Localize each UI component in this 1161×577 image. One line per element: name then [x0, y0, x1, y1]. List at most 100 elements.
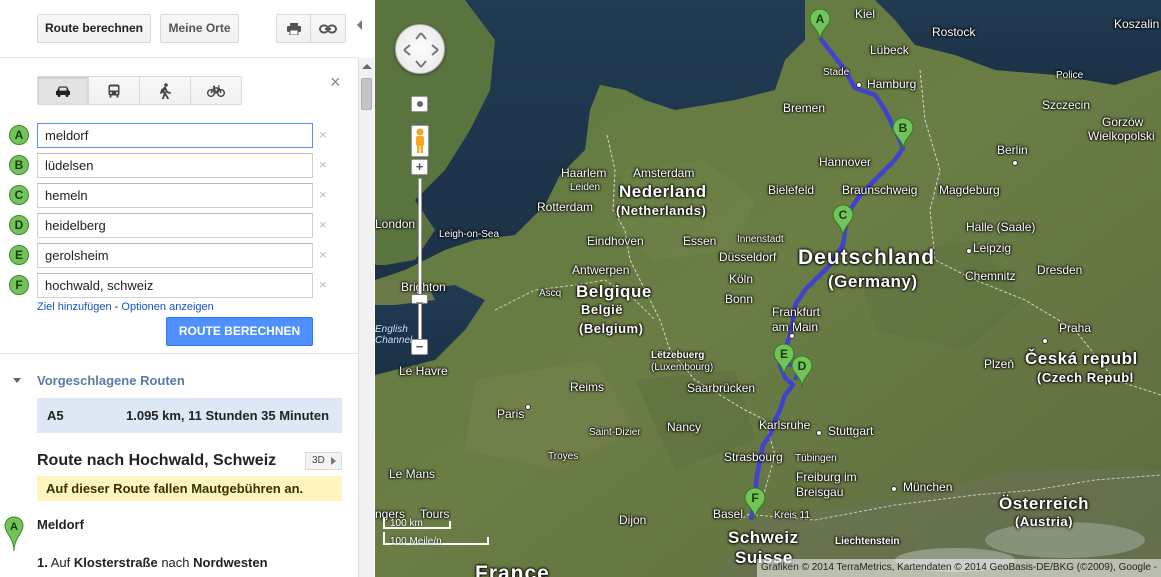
scroll-up-arrow-icon[interactable]	[362, 64, 372, 69]
map-marker-e[interactable]: E	[773, 343, 795, 377]
remove-waypoint-button[interactable]: ×	[319, 247, 327, 262]
car-icon	[56, 86, 70, 97]
map-label-austria: (Austria)	[1015, 514, 1073, 529]
waypoint-marker-e: E	[9, 245, 29, 265]
walking-icon	[160, 82, 171, 99]
city-dot	[1012, 160, 1018, 166]
map-label-english-channel: English Channel	[375, 324, 413, 346]
city-dot	[789, 333, 795, 339]
calculate-route-button[interactable]: ROUTE BERECHNEN	[166, 317, 313, 346]
link-button[interactable]	[310, 14, 346, 43]
link-icon	[319, 24, 337, 34]
scroll-thumb[interactable]	[361, 78, 372, 110]
suggested-routes-title[interactable]: Vorgeschlagene Routen	[37, 373, 185, 388]
mode-walking[interactable]	[140, 77, 191, 104]
pegman-figure	[416, 128, 424, 153]
bicycle-icon	[207, 84, 225, 97]
suggested-route-row[interactable]: A5 1.095 km, 11 Stunden 35 Minuten	[37, 398, 342, 433]
map-label-dijon: Dijon	[619, 513, 647, 527]
map-scale: 100 km 100 Meile/n	[383, 518, 493, 551]
map-label-oesterreich: Österreich	[999, 494, 1090, 513]
map-view[interactable]: Kiel Rostock Koszalin Lübeck Stade Hambu…	[375, 0, 1161, 577]
map-marker-f[interactable]: F	[744, 487, 766, 521]
close-directions-button[interactable]: ×	[330, 72, 341, 93]
my-places-button[interactable]: Meine Orte	[160, 14, 239, 43]
reset-view-button[interactable]	[411, 96, 428, 112]
street-view-pegman-icon[interactable]	[411, 125, 429, 157]
start-marker-letter: A	[10, 521, 18, 533]
scale-miles-label: 100 Meile/n	[390, 536, 442, 547]
map-label-bielefeld: Bielefeld	[768, 183, 815, 197]
waypoint-input-b[interactable]: lüdelsen	[37, 153, 313, 178]
waypoint-input-a[interactable]: meldorf	[37, 123, 313, 148]
mode-bicycle[interactable]	[191, 77, 241, 104]
remove-waypoint-button[interactable]: ×	[319, 187, 327, 202]
waypoint-input-c[interactable]: hemeln	[37, 183, 313, 208]
zoom-out-button[interactable]: −	[411, 339, 428, 355]
map-label-berlin: Berlin	[997, 143, 1028, 157]
map-label-am-main: am Main	[772, 320, 819, 334]
waypoint-marker-d: D	[9, 215, 29, 235]
zoom-slider-handle[interactable]	[411, 294, 428, 304]
satellite-imagery	[375, 0, 1161, 577]
map-label-leipzig: Leipzig	[973, 241, 1012, 255]
map-label-netherlands: (Netherlands)	[616, 203, 707, 218]
zoom-handle-grip-icon	[416, 302, 423, 304]
map-label-duesseldorf: Düsseldorf	[719, 250, 777, 264]
map-label-letzebuerg: Lëtzebuerg	[651, 350, 705, 361]
map-label-le-havre: Le Havre	[399, 364, 448, 378]
map-marker-a[interactable]: A	[809, 8, 831, 42]
map-marker-letter: E	[780, 347, 788, 361]
step-number: 1.	[37, 555, 48, 570]
panel-scrollbar[interactable]	[358, 58, 374, 577]
map-marker-c[interactable]: C	[832, 204, 854, 238]
map-label-belgique: Belgique	[576, 282, 652, 301]
zoom-slider-track[interactable]	[418, 178, 422, 343]
waypoint-input-e[interactable]: gerolsheim	[37, 243, 313, 268]
map-label-leiden: Leiden	[570, 182, 601, 193]
map-label-muenchen: München	[903, 480, 953, 494]
map-label-le-mans: Le Mans	[389, 467, 436, 481]
waypoint-marker-b: B	[9, 155, 29, 175]
divider	[0, 353, 358, 354]
map-label-nancy: Nancy	[667, 420, 702, 434]
route-button[interactable]: Route berechnen	[37, 14, 151, 43]
show-options-link[interactable]: Optionen anzeigen	[121, 301, 213, 313]
map-label-plzen: Plzeň	[984, 357, 1015, 371]
step-text-mid: nach	[161, 555, 190, 570]
map-label-hamburg: Hamburg	[867, 77, 917, 91]
mode-car[interactable]	[38, 77, 89, 104]
map-label-belgium: (Belgium)	[579, 321, 644, 336]
printer-icon	[286, 23, 301, 36]
map-label-halle: Halle (Saale)	[966, 220, 1036, 234]
waypoint-input-f[interactable]: hochwald, schweiz	[37, 273, 313, 298]
travel-mode-tabs	[37, 76, 242, 105]
waypoint-links: Ziel hinzufügen - Optionen anzeigen	[37, 301, 214, 313]
print-button[interactable]	[276, 14, 311, 43]
remove-waypoint-button[interactable]: ×	[319, 217, 327, 232]
remove-waypoint-button[interactable]: ×	[319, 277, 327, 292]
3d-button[interactable]: 3D	[305, 452, 342, 470]
remove-waypoint-button[interactable]: ×	[319, 127, 327, 142]
collapse-arrow-icon[interactable]	[13, 378, 21, 383]
map-marker-b[interactable]: B	[892, 117, 914, 151]
zoom-in-button[interactable]: +	[411, 159, 428, 175]
step-text-pre: Auf	[50, 555, 71, 570]
map-label-frankfurt: Frankfurt	[772, 305, 821, 319]
remove-waypoint-button[interactable]: ×	[319, 157, 327, 172]
map-label-innenstadt: Innenstadt	[737, 234, 784, 245]
route-distance-time: 1.095 km, 11 Stunden 35 Minuten	[126, 408, 330, 423]
city-dot	[525, 404, 531, 410]
add-destination-link[interactable]: Ziel hinzufügen	[37, 301, 112, 313]
waypoint-input-d[interactable]: heidelberg	[37, 213, 313, 238]
map-label-bremen: Bremen	[783, 101, 826, 115]
pan-control[interactable]	[395, 24, 445, 74]
map-label-schweiz: Schweiz	[728, 528, 799, 547]
collapse-panel-arrow-icon[interactable]	[357, 20, 362, 30]
direction-step-1[interactable]: 1. Auf Klosterstraße nach Nordwesten	[37, 555, 268, 570]
map-label-antwerpen: Antwerpen	[572, 263, 630, 277]
map-marker-letter: F	[751, 491, 758, 505]
mode-transit[interactable]	[89, 77, 140, 104]
step-street: Klosterstraße	[73, 555, 158, 570]
link-separator: -	[111, 301, 122, 313]
